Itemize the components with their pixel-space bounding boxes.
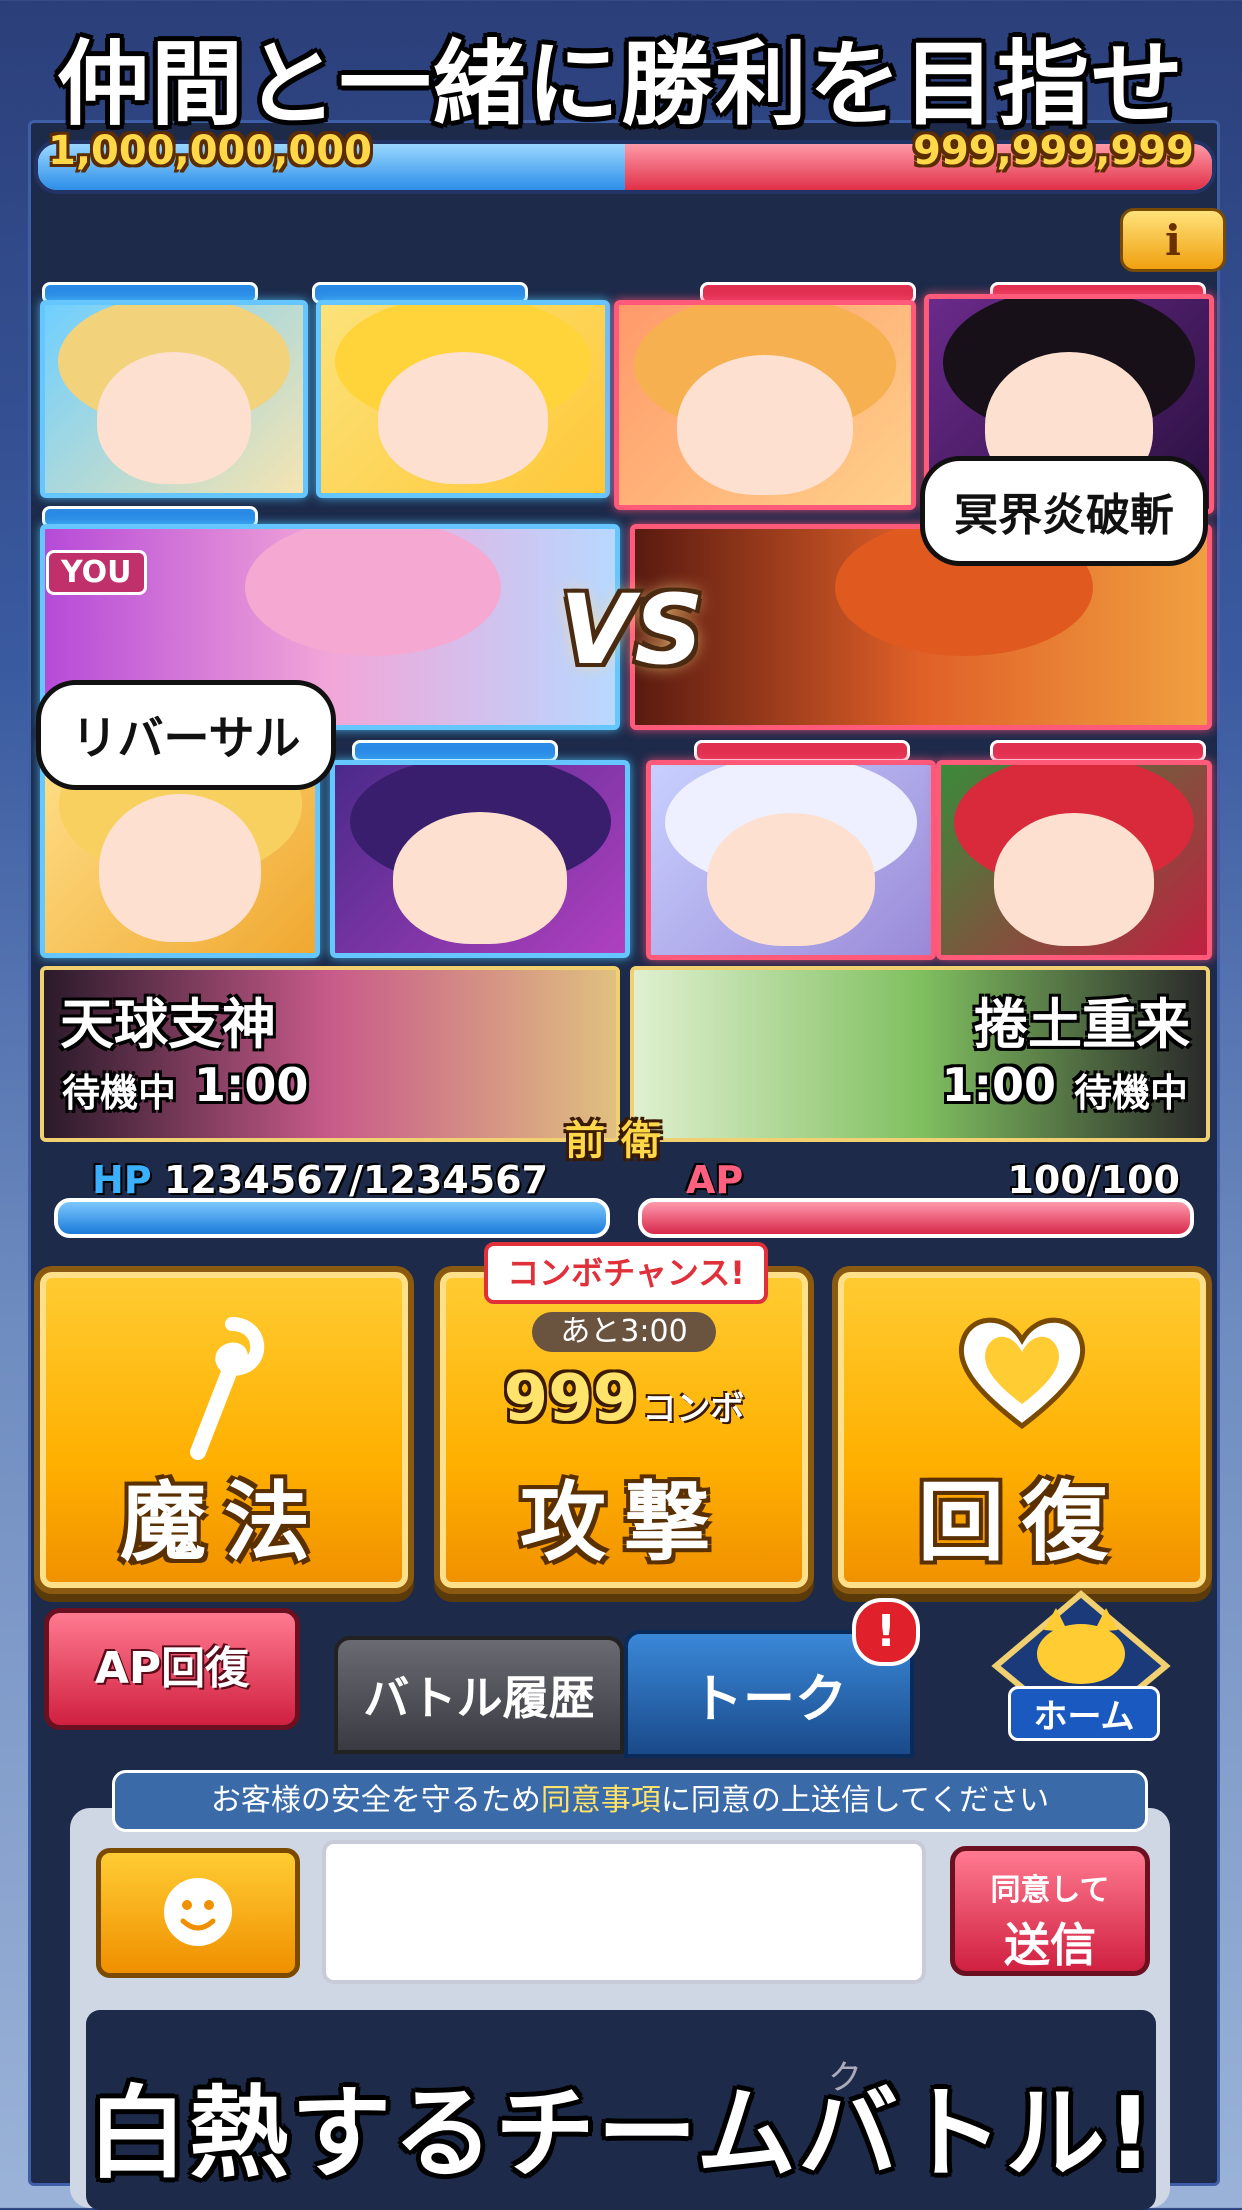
attack-button[interactable]: あと3:00 999 コンボ 攻撃 [434,1266,814,1594]
heart-icon [958,1317,1086,1430]
vs-label: VS [560,574,704,686]
chat-notice: お客様の安全を守るため同意事項に同意の上送信してください [112,1770,1148,1832]
heal-label: 回復 [918,1473,1126,1573]
skill-bubble-right: 冥界炎破斬 [920,456,1208,566]
info-button[interactable]: i [1120,208,1226,272]
promo-footer: 白熱するチームバトル! [87,2075,1155,2192]
promo-headline: 仲間と一緒に勝利を目指せ [56,31,1185,138]
info-icon: i [1165,215,1181,265]
combo-unit: コンボ [642,1389,745,1429]
enemy-hp-3 [694,740,910,762]
chat-notice-prefix: お客様の安全を守るため [210,1783,541,1818]
ap-label: AP [686,1158,744,1202]
smiley-icon [164,1878,232,1946]
ap-value: 100/100 [1007,1158,1180,1202]
combo-count: 999 コンボ [440,1362,808,1436]
chat-input[interactable] [322,1840,926,1984]
ap-recover-button[interactable]: AP回復 [44,1608,300,1730]
chat-notice-suffix: に同意の上送信してください [660,1783,1050,1818]
enemy-card-3[interactable] [646,760,936,960]
ally-card-1[interactable] [40,300,308,498]
tab-battle-history[interactable]: バトル履歴 [334,1636,624,1754]
emoji-button[interactable] [96,1848,300,1978]
you-badge: YOU [46,550,147,595]
skill-bubble-left: リバーサル [36,680,336,790]
enemy-hp-4 [990,740,1206,762]
combo-chance-badge: コンボチャンス! [484,1242,768,1304]
magic-staff-icon [190,1317,265,1460]
magic-button[interactable]: 魔法 [34,1266,414,1594]
leader-left-name: 天球支神 [60,993,276,1056]
enemy-card-4[interactable] [936,760,1212,960]
send-line2: 送信 [1004,1918,1096,1972]
ally-leader-portrait [244,529,501,657]
agree-send-button[interactable]: 同意して 送信 [950,1846,1150,1976]
agreement-link[interactable]: 同意事項 [541,1783,661,1818]
combo-count-value: 999 [503,1362,638,1436]
score-left: 1,000,000,000 [48,128,372,174]
score-right: 999,999,999 [913,128,1194,174]
ally-card-2[interactable] [316,300,610,498]
hp-label: HP [92,1158,152,1202]
leader-left-time: 1:00 [194,1058,309,1112]
heal-button[interactable]: 回復 [832,1266,1212,1594]
hp-value: 1234567/1234567 [164,1158,549,1202]
enemy-card-1[interactable] [614,300,916,510]
magic-label: 魔法 [120,1473,328,1573]
notification-badge: ! [852,1598,920,1666]
ally-card-4[interactable] [330,760,630,958]
hp-bar [54,1198,610,1238]
leader-right-time: 1:00 [941,1058,1056,1112]
ally-hp-3 [352,740,558,762]
leader-right-name: 捲土重来 [974,993,1190,1056]
combo-timer: あと3:00 [532,1312,716,1352]
home-label: ホーム [1008,1686,1160,1741]
send-line1: 同意して [990,1873,1110,1908]
ap-bar [638,1198,1194,1238]
home-button[interactable]: ホーム [986,1590,1176,1741]
attack-label: 攻撃 [520,1473,728,1573]
